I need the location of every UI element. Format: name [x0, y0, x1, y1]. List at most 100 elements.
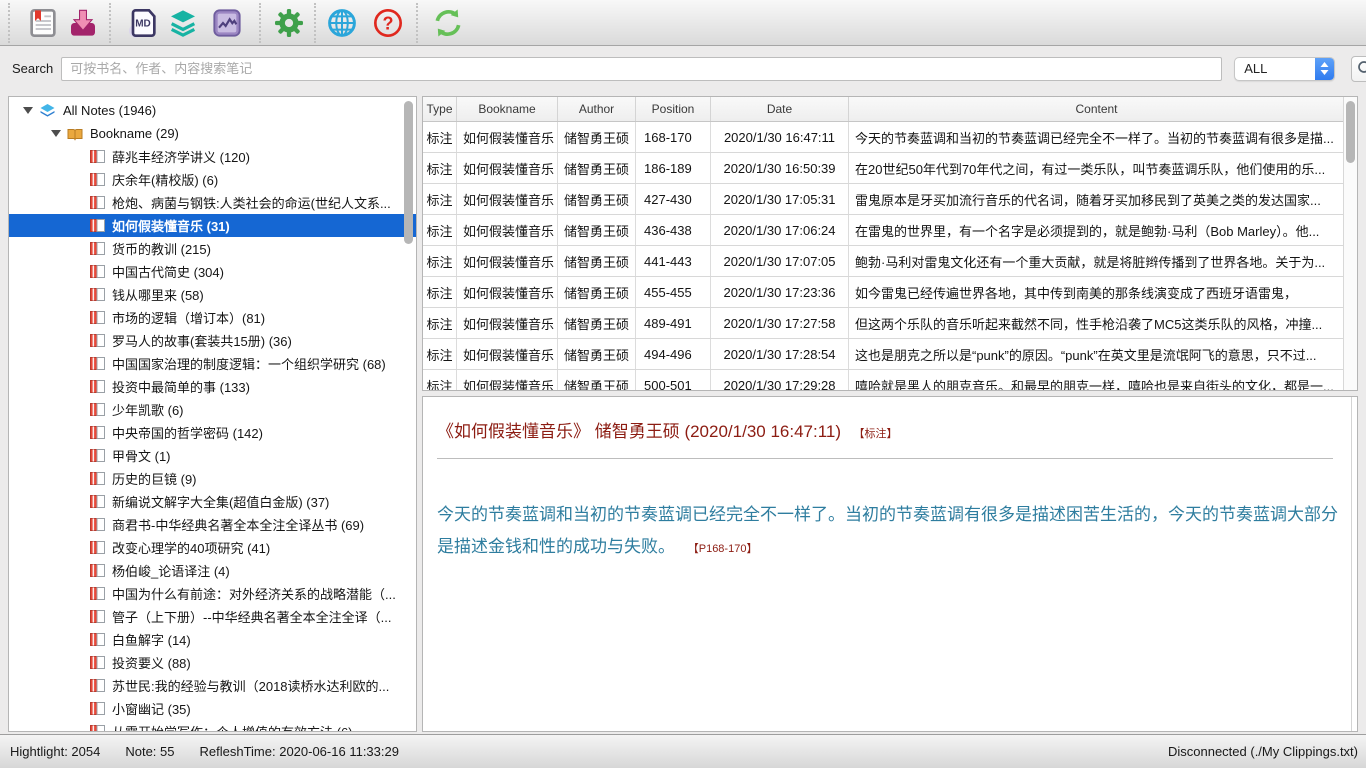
table-row[interactable]: 标注 如何假装懂音乐 储智勇王硕 494-496 2020/1/30 17:28… — [423, 339, 1344, 370]
tree-item-book[interactable]: 罗马人的故事(套装共15册) (36) — [9, 329, 416, 352]
cell-content: 但这两个乐队的音乐听起来截然不同，性手枪沿袭了MC5这类乐队的风格，冲撞... — [849, 308, 1344, 338]
svg-text:MD: MD — [135, 18, 151, 29]
website-button[interactable] — [322, 3, 362, 43]
column-header-date[interactable]: Date — [711, 97, 849, 121]
book-icon — [90, 679, 105, 692]
table-row[interactable]: 标注 如何假装懂音乐 储智勇王硕 436-438 2020/1/30 17:06… — [423, 215, 1344, 246]
tree-item-bookname-group[interactable]: Bookname (29) — [9, 122, 416, 145]
tree-item-label: 管子（上下册）--中华经典名著全本全注全译（... — [112, 607, 392, 626]
table-row[interactable]: 标注 如何假装懂音乐 储智勇王硕 427-430 2020/1/30 17:05… — [423, 184, 1344, 215]
refresh-button[interactable] — [428, 3, 468, 43]
book-icon — [90, 633, 105, 646]
help-button[interactable]: ? — [368, 3, 408, 43]
cell-date: 2020/1/30 17:27:58 — [711, 308, 849, 338]
cell-date: 2020/1/30 17:23:36 — [711, 277, 849, 307]
column-header-content[interactable]: Content — [849, 97, 1344, 121]
search-button[interactable] — [1351, 56, 1366, 82]
table-row[interactable]: 标注 如何假装懂音乐 储智勇王硕 186-189 2020/1/30 16:50… — [423, 153, 1344, 184]
tree-item-book[interactable]: 市场的逻辑（增订本）(81) — [9, 306, 416, 329]
search-input[interactable] — [61, 57, 1222, 81]
cell-type: 标注 — [423, 215, 457, 245]
cell-bookname: 如何假装懂音乐 — [457, 308, 558, 338]
tree-item-book[interactable]: 钱从哪里来 (58) — [9, 283, 416, 306]
table-row[interactable]: 标注 如何假装懂音乐 储智勇王硕 168-170 2020/1/30 16:47… — [423, 122, 1344, 153]
cell-date: 2020/1/30 17:05:31 — [711, 184, 849, 214]
tree-item-book[interactable]: 中央帝国的哲学密码 (142) — [9, 421, 416, 444]
import-clippings-button[interactable] — [63, 3, 103, 43]
table-row[interactable]: 标注 如何假装懂音乐 储智勇王硕 500-501 2020/1/30 17:29… — [423, 370, 1344, 391]
tree-item-book[interactable]: 中国国家治理的制度逻辑：一个组织学研究 (68) — [9, 352, 416, 375]
table-scrollbar-thumb[interactable] — [1346, 101, 1355, 163]
tree-item-label: 杨伯峻_论语译注 (4) — [112, 561, 230, 580]
book-icon — [90, 150, 105, 163]
disclosure-triangle-icon[interactable] — [51, 130, 61, 137]
column-header-author[interactable]: Author — [558, 97, 636, 121]
tree-item-book[interactable]: 如何假装懂音乐 (31) — [9, 214, 416, 237]
cell-position: 441-443 — [636, 246, 711, 276]
tree-item-book[interactable]: 中国为什么有前途：对外经济关系的战略潜能（... — [9, 582, 416, 605]
tree-item-book[interactable]: 改变心理学的40项研究 (41) — [9, 536, 416, 559]
status-refresh-time: RefleshTime: 2020-06-16 11:33:29 — [200, 744, 399, 759]
table-row[interactable]: 标注 如何假装懂音乐 储智勇王硕 455-455 2020/1/30 17:23… — [423, 277, 1344, 308]
table-row[interactable]: 标注 如何假装懂音乐 储智勇王硕 441-443 2020/1/30 17:07… — [423, 246, 1344, 277]
tree-item-book[interactable]: 商君书-中华经典名著全本全注全译丛书 (69) — [9, 513, 416, 536]
tree-item-book[interactable]: 白鱼解字 (14) — [9, 628, 416, 651]
tree-item-label: 少年凯歌 (6) — [112, 400, 184, 419]
batch-layers-button[interactable] — [163, 3, 203, 43]
disclosure-triangle-icon[interactable] — [23, 107, 33, 114]
tree-item-book[interactable]: 新编说文解字大全集(超值白金版) (37) — [9, 490, 416, 513]
toolbar-separator — [416, 3, 418, 43]
tree-item-book[interactable]: 管子（上下册）--中华经典名著全本全注全译（... — [9, 605, 416, 628]
tree-item-all-notes[interactable]: All Notes (1946) — [9, 99, 416, 122]
statistics-button[interactable] — [207, 3, 247, 43]
tree-item-book[interactable]: 货币的教训 (215) — [9, 237, 416, 260]
cell-position: 489-491 — [636, 308, 711, 338]
book-icon — [90, 656, 105, 669]
table-scrollbar-track[interactable] — [1343, 97, 1357, 390]
cell-date: 2020/1/30 16:50:39 — [711, 153, 849, 183]
column-header-type[interactable]: Type — [423, 97, 457, 121]
book-icon — [90, 564, 105, 577]
tree-item-book[interactable]: 少年凯歌 (6) — [9, 398, 416, 421]
column-header-bookname[interactable]: Bookname — [457, 97, 558, 121]
tree-item-book[interactable]: 苏世民:我的经验与教训（2018读桥水达利欧的... — [9, 674, 416, 697]
toolbar-separator — [314, 3, 316, 43]
cell-author: 储智勇王硕 — [558, 215, 636, 245]
tree-item-book[interactable]: 历史的巨镜 (9) — [9, 467, 416, 490]
cell-type: 标注 — [423, 370, 457, 391]
tree-item-book[interactable]: 投资要义 (88) — [9, 651, 416, 674]
book-tree-panel: All Notes (1946) Bookname (29) — [8, 96, 417, 732]
tree-item-label: 从零开始学写作：个人增值的有效方法 (6) — [112, 722, 353, 732]
filter-select[interactable]: ALL — [1234, 57, 1335, 81]
statistics-chart-icon — [211, 7, 243, 39]
import-icon — [67, 7, 99, 39]
all-notes-icon — [39, 103, 56, 118]
tree-item-book[interactable]: 庆余年(精校版) (6) — [9, 168, 416, 191]
tree-item-book[interactable]: 甲骨文 (1) — [9, 444, 416, 467]
tree-item-book[interactable]: 薛兆丰经济学讲义 (120) — [9, 145, 416, 168]
book-icon — [90, 242, 105, 255]
tree-item-book[interactable]: 枪炮、病菌与钢铁:人类社会的命运(世纪人文系... — [9, 191, 416, 214]
tree-item-book[interactable]: 杨伯峻_论语译注 (4) — [9, 559, 416, 582]
book-icon — [90, 541, 105, 554]
table-row[interactable]: 标注 如何假装懂音乐 储智勇王硕 489-491 2020/1/30 17:27… — [423, 308, 1344, 339]
cell-content: 雷鬼原本是牙买加流行音乐的代名词，随着牙买加移民到了英美之类的发达国家... — [849, 184, 1344, 214]
sidebar-scrollbar-thumb[interactable] — [404, 101, 413, 244]
detail-header: 《如何假装懂音乐》 储智勇王硕 (2020/1/30 16:47:11) 【标注… — [437, 417, 1333, 442]
tree-item-label: 中央帝国的哲学密码 (142) — [112, 423, 263, 442]
column-header-position[interactable]: Position — [636, 97, 711, 121]
markdown-export-button[interactable]: MD — [123, 3, 163, 43]
tree-item-label: 罗马人的故事(套装共15册) (36) — [112, 331, 292, 350]
tree-item-book[interactable]: 中国古代简史 (304) — [9, 260, 416, 283]
tree-item-book[interactable]: 从零开始学写作：个人增值的有效方法 (6) — [9, 720, 416, 732]
cell-date: 2020/1/30 17:29:28 — [711, 370, 849, 391]
status-connection: Disconnected (./My Clippings.txt) — [1168, 744, 1358, 759]
tree-item-book[interactable]: 投资中最简单的事 (133) — [9, 375, 416, 398]
cell-content: 这也是朋克之所以是“punk”的原因。“punk”在英文里是流氓阿飞的意思，只不… — [849, 339, 1344, 369]
cell-author: 储智勇王硕 — [558, 277, 636, 307]
book-icon — [90, 449, 105, 462]
detail-scrollbar-track[interactable] — [1351, 397, 1352, 731]
clippings-document-button[interactable] — [23, 3, 63, 43]
tree-item-book[interactable]: 小窗幽记 (35) — [9, 697, 416, 720]
settings-button[interactable] — [269, 3, 309, 43]
